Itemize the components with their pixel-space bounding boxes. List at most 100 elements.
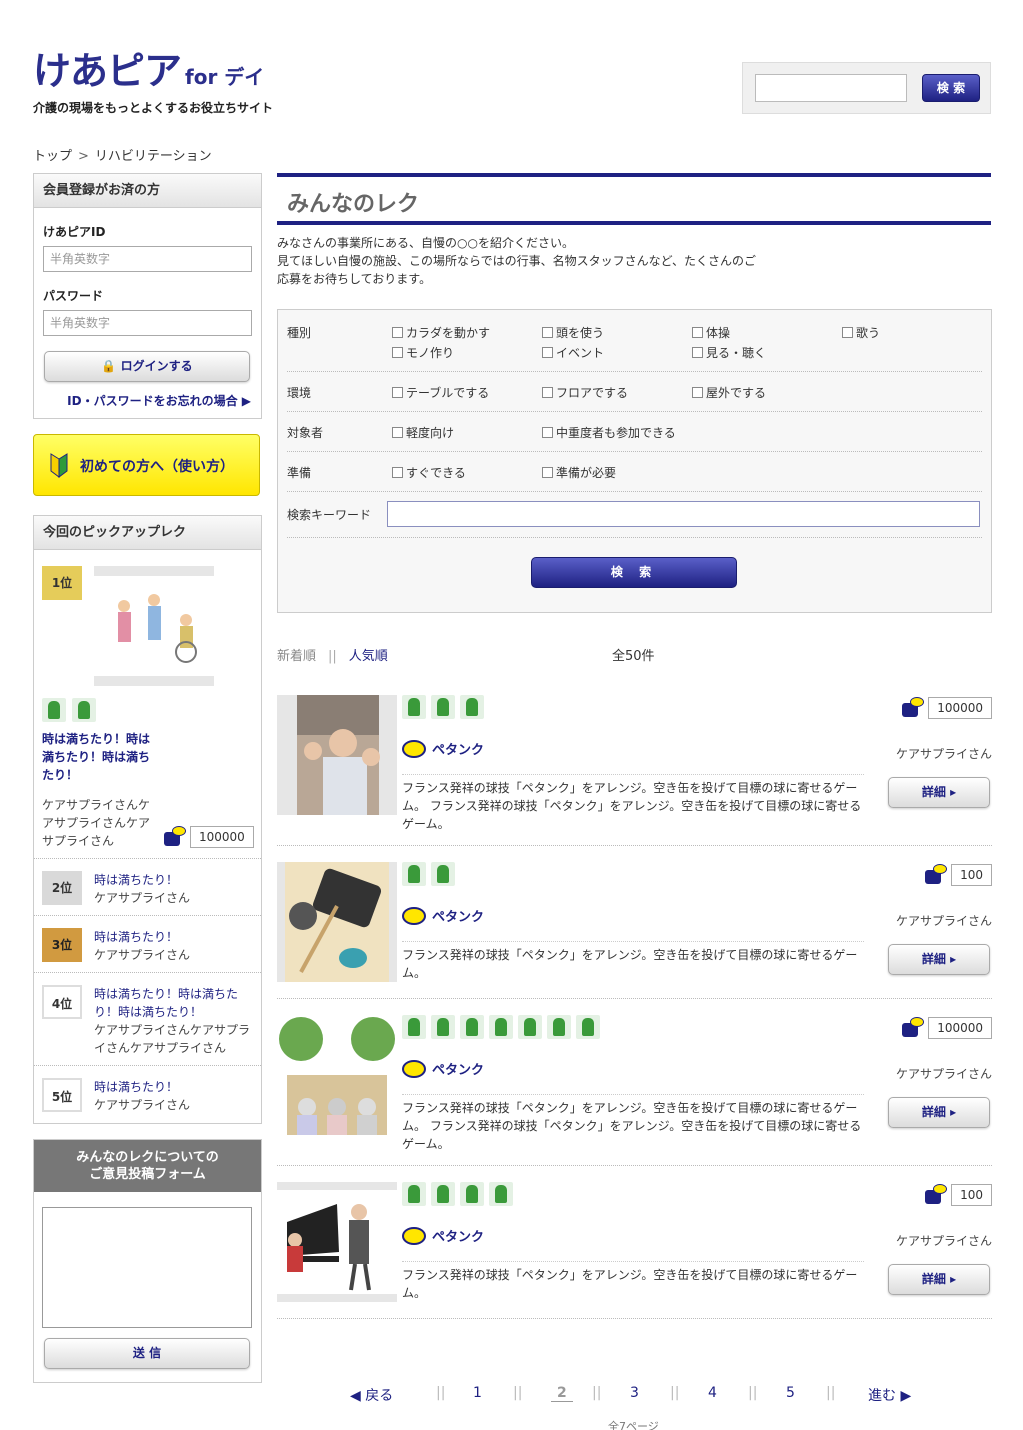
- target-option-checkbox[interactable]: 中重度者も参加できる: [542, 424, 676, 441]
- entry-title[interactable]: ペタンク: [402, 1226, 484, 1245]
- activity-category-icon: [576, 1015, 600, 1039]
- pager-separator: ||: [592, 1385, 602, 1401]
- result-count: 全50件: [612, 649, 655, 664]
- rank-text: 時は満ちたり！ ケアサプライさん: [94, 928, 254, 964]
- entry-likes: 100: [923, 864, 992, 886]
- activity-category-icon: [402, 1182, 426, 1206]
- entry-title[interactable]: ペタンク: [402, 1059, 484, 1078]
- rank-author: ケアサプライさん: [94, 891, 191, 905]
- type-option-checkbox[interactable]: 歌う: [842, 324, 880, 341]
- entry-title[interactable]: ペタンク: [402, 739, 484, 758]
- entry-detail-button[interactable]: 詳細 ▸: [888, 1097, 990, 1128]
- sort-popular-link[interactable]: 人気順: [349, 649, 388, 664]
- pickup-heading: 今回のピックアップレク: [34, 516, 261, 550]
- target-option-checkbox[interactable]: 軽度向け: [392, 424, 454, 441]
- pickup-box: 今回のピックアップレク 1位 時は満ちたり！時は満ちたり！時は満ちたり！ ケアサ…: [33, 515, 262, 1124]
- env-option-checkbox[interactable]: テーブルでする: [392, 384, 489, 401]
- entry-thumbnail[interactable]: [277, 695, 397, 815]
- entry-author: ケアサプライさん: [895, 1067, 992, 1081]
- type-option-checkbox[interactable]: モノ作り: [392, 344, 454, 361]
- activity-category-icon: [489, 1015, 513, 1039]
- pager-next-link[interactable]: 進む ▶: [868, 1385, 911, 1405]
- opinion-heading-line1: みんなのレクについての: [76, 1150, 219, 1165]
- opinion-form: みんなのレクについての ご意見投稿フォーム 送 信: [33, 1139, 262, 1383]
- type-option-checkbox[interactable]: イベント: [542, 344, 604, 361]
- rank-title: 時は満ちたり！: [94, 873, 179, 887]
- keyword-input[interactable]: [387, 501, 980, 527]
- prep-option-checkbox[interactable]: 準備が必要: [542, 464, 616, 481]
- pager-page-link[interactable]: 4: [708, 1385, 717, 1401]
- filter-panel: 種別 カラダを動かす 頭を使う 体操 歌う モノ作り イベント 見る・聴く 環境…: [277, 309, 992, 613]
- activity-category-icon: [460, 1182, 484, 1206]
- rank-item[interactable]: 5位 時は満ちたり！ ケアサプライさん: [34, 1065, 261, 1123]
- login-box: 会員登録がお済の方 けあピアID 半角英数字 パスワード 半角英数字 🔒 ログイ…: [33, 173, 262, 419]
- entry-description: フランス発祥の球技「ペタンク」をアレンジ。空き缶を投げて目標の球に寄せるゲーム。: [402, 941, 864, 982]
- pickup-likes: 100000: [162, 826, 254, 848]
- login-heading: 会員登録がお済の方: [34, 174, 261, 208]
- pager-page-link[interactable]: 3: [630, 1385, 639, 1401]
- filter-search-button[interactable]: 検 索: [531, 557, 737, 588]
- beginner-guide-button[interactable]: 初めての方へ（使い方）: [33, 434, 260, 496]
- login-button-label: ログインする: [120, 359, 193, 373]
- rank-item[interactable]: 2位 時は満ちたり！ ケアサプライさん: [34, 858, 261, 915]
- header-search-input[interactable]: [755, 74, 907, 102]
- like-hand-icon: [162, 826, 186, 848]
- entry-detail-button[interactable]: 詳細 ▸: [888, 777, 990, 808]
- env-option-checkbox[interactable]: フロアでする: [542, 384, 628, 401]
- env-option-checkbox[interactable]: 屋外でする: [692, 384, 766, 401]
- entry-detail-button[interactable]: 詳細 ▸: [888, 944, 990, 975]
- speech-bubble-icon: [402, 906, 426, 925]
- login-button[interactable]: 🔒 ログインする: [44, 351, 250, 382]
- activity-entry: 100000 ペタンク ケアサプライさん フランス発祥の球技「ペタンク」をアレン…: [277, 695, 992, 846]
- entry-title[interactable]: ペタンク: [402, 906, 484, 925]
- breadcrumb-home[interactable]: トップ: [33, 149, 72, 164]
- type-option-checkbox[interactable]: 体操: [692, 324, 730, 341]
- logo-text: けあピア: [33, 49, 182, 93]
- id-input[interactable]: 半角英数字: [43, 246, 252, 272]
- pickup-thumbnail[interactable]: [94, 566, 214, 686]
- elderly-photo: [297, 695, 380, 815]
- opinion-submit-button[interactable]: 送 信: [44, 1338, 250, 1369]
- stretch-category-icon: [460, 695, 484, 719]
- password-input[interactable]: 半角英数字: [43, 310, 252, 336]
- entry-detail-button[interactable]: 詳細 ▸: [888, 1264, 990, 1295]
- pager-page-link[interactable]: 1: [473, 1385, 482, 1401]
- rank-item[interactable]: 4位 時は満ちたり！時は満ちたり！時は満ちたり！ ケアサプライさんケアサプライさ…: [34, 972, 261, 1065]
- like-hand-icon: [900, 697, 925, 719]
- sort-separator: ||: [328, 649, 337, 664]
- exercise-category-icon: [42, 698, 66, 722]
- pager-separator: ||: [436, 1385, 446, 1401]
- entry-thumbnail[interactable]: [277, 1015, 397, 1135]
- entry-description: フランス発祥の球技「ペタンク」をアレンジ。空き缶を投げて目標の球に寄せるゲーム。: [402, 1261, 864, 1302]
- opinion-textarea[interactable]: [42, 1207, 252, 1328]
- beginner-guide-label: 初めての方へ（使い方）: [80, 459, 234, 475]
- type-option-checkbox[interactable]: 見る・聴く: [692, 344, 766, 361]
- prep-option-checkbox[interactable]: すぐできる: [392, 464, 466, 481]
- filter-row-target: 対象者 軽度向け 中重度者も参加できる: [287, 412, 982, 452]
- sort-new-link[interactable]: 新着順: [277, 649, 316, 664]
- pickup-author: ケアサプライさんケアサプライさんケアサプライさん: [42, 798, 151, 848]
- like-hand-icon: [900, 1017, 925, 1039]
- forgot-password-link[interactable]: ID・パスワードをお忘れの場合 ▶: [67, 392, 251, 409]
- rank-item[interactable]: 3位 時は満ちたり！ ケアサプライさん: [34, 915, 261, 972]
- exercise-category-icon: [402, 695, 426, 719]
- type-option-checkbox[interactable]: 頭を使う: [542, 324, 604, 341]
- pager-page-link[interactable]: 5: [786, 1385, 795, 1401]
- exercise-illustration: [94, 576, 214, 676]
- activity-category-icon: [518, 1015, 542, 1039]
- filter-label: 対象者: [287, 426, 324, 440]
- header-search-button[interactable]: 検 索: [922, 74, 980, 102]
- pager-prev-link[interactable]: ◀ 戻る: [350, 1385, 393, 1405]
- like-count: 100000: [190, 826, 254, 848]
- like-count: 100000: [928, 1017, 992, 1039]
- entry-thumbnail[interactable]: [277, 1182, 397, 1302]
- filter-label: 準備: [287, 466, 312, 480]
- pagination: ◀ 戻る || 1 || 2 || 3 || 4 || 5 || 進む ▶: [350, 1385, 920, 1407]
- speech-bubble-icon: [402, 1226, 426, 1245]
- outdoor-event-illustration: [277, 1015, 397, 1135]
- type-option-checkbox[interactable]: カラダを動かす: [392, 324, 490, 341]
- pickup-title[interactable]: 時は満ちたり！時は満ちたり！時は満ちたり！: [42, 730, 152, 784]
- breadcrumb: トップ > リハビリテーション: [33, 145, 212, 164]
- entry-thumbnail[interactable]: [277, 862, 397, 982]
- intro-text: みなさんの事業所にある、自慢の○○を紹介ください。 見てほしい自慢の施設、この場…: [277, 236, 757, 286]
